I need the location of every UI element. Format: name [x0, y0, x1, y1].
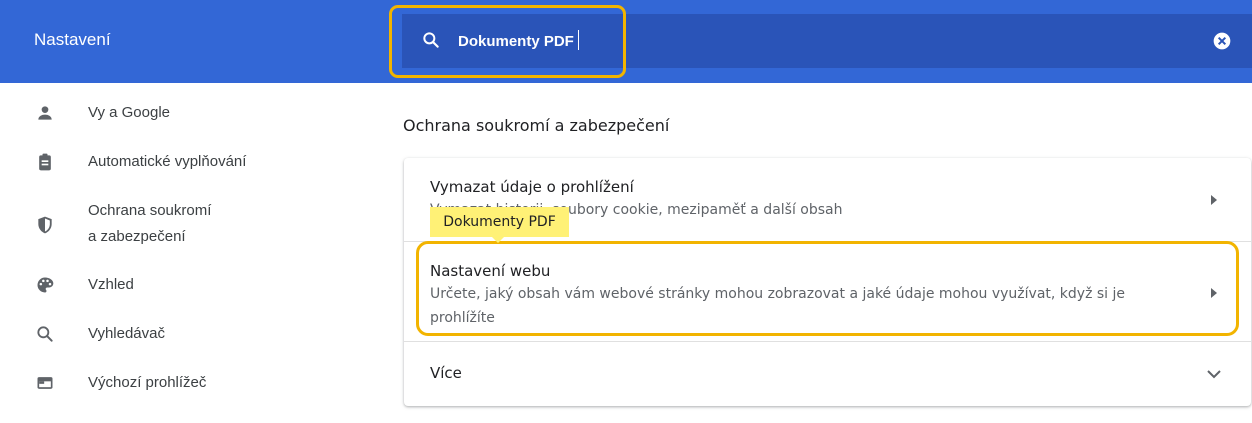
- sidebar-item-label: Automatické vyplňování: [88, 153, 247, 170]
- chevron-right-icon: [1211, 195, 1217, 205]
- search-match-tooltip: Dokumenty PDF: [430, 207, 569, 237]
- sidebar-item-label: Vy a Google: [88, 104, 170, 121]
- person-icon: [38, 106, 52, 120]
- sidebar-item-label: Vzhled: [88, 276, 134, 293]
- sidebar-item-label: Vyhledávač: [88, 325, 165, 342]
- search-highlight-outline: [389, 5, 626, 78]
- sidebar-item-label-line2: a zabezpečení: [88, 228, 186, 245]
- sidebar-item-you-and-google[interactable]: Vy a Google: [0, 97, 300, 131]
- shield-icon: [38, 216, 52, 234]
- sidebar-item-appearance[interactable]: Vzhled: [0, 269, 300, 303]
- sidebar: Vy a Google Automatické vyplňování Ochra…: [0, 83, 300, 423]
- section-title: Ochrana soukromí a zabezpečení: [403, 116, 670, 135]
- row-more[interactable]: Více: [404, 342, 1251, 406]
- tooltip-pointer: [492, 237, 504, 243]
- site-settings-highlight-outline: [416, 241, 1239, 336]
- sidebar-item-label: Výchozí prohlížeč: [88, 374, 207, 391]
- sidebar-item-autofill[interactable]: Automatické vyplňování: [0, 146, 300, 180]
- app-title: Nastavení: [34, 30, 111, 49]
- clear-icon[interactable]: [1212, 31, 1232, 51]
- search-icon: [37, 326, 53, 342]
- browser-icon: [37, 377, 53, 389]
- row-title: Více: [430, 364, 462, 382]
- palette-icon: [37, 277, 54, 293]
- sidebar-item-privacy-security[interactable]: Ochrana soukromí a zabezpečení: [0, 195, 300, 255]
- row-title: Vymazat údaje o prohlížení: [430, 178, 634, 196]
- clipboard-icon: [39, 153, 51, 171]
- sidebar-item-search-engine[interactable]: Vyhledávač: [0, 318, 300, 352]
- sidebar-item-label-line1: Ochrana soukromí: [88, 202, 212, 219]
- sidebar-item-default-browser[interactable]: Výchozí prohlížeč: [0, 367, 300, 401]
- chevron-down-icon: [1207, 370, 1221, 379]
